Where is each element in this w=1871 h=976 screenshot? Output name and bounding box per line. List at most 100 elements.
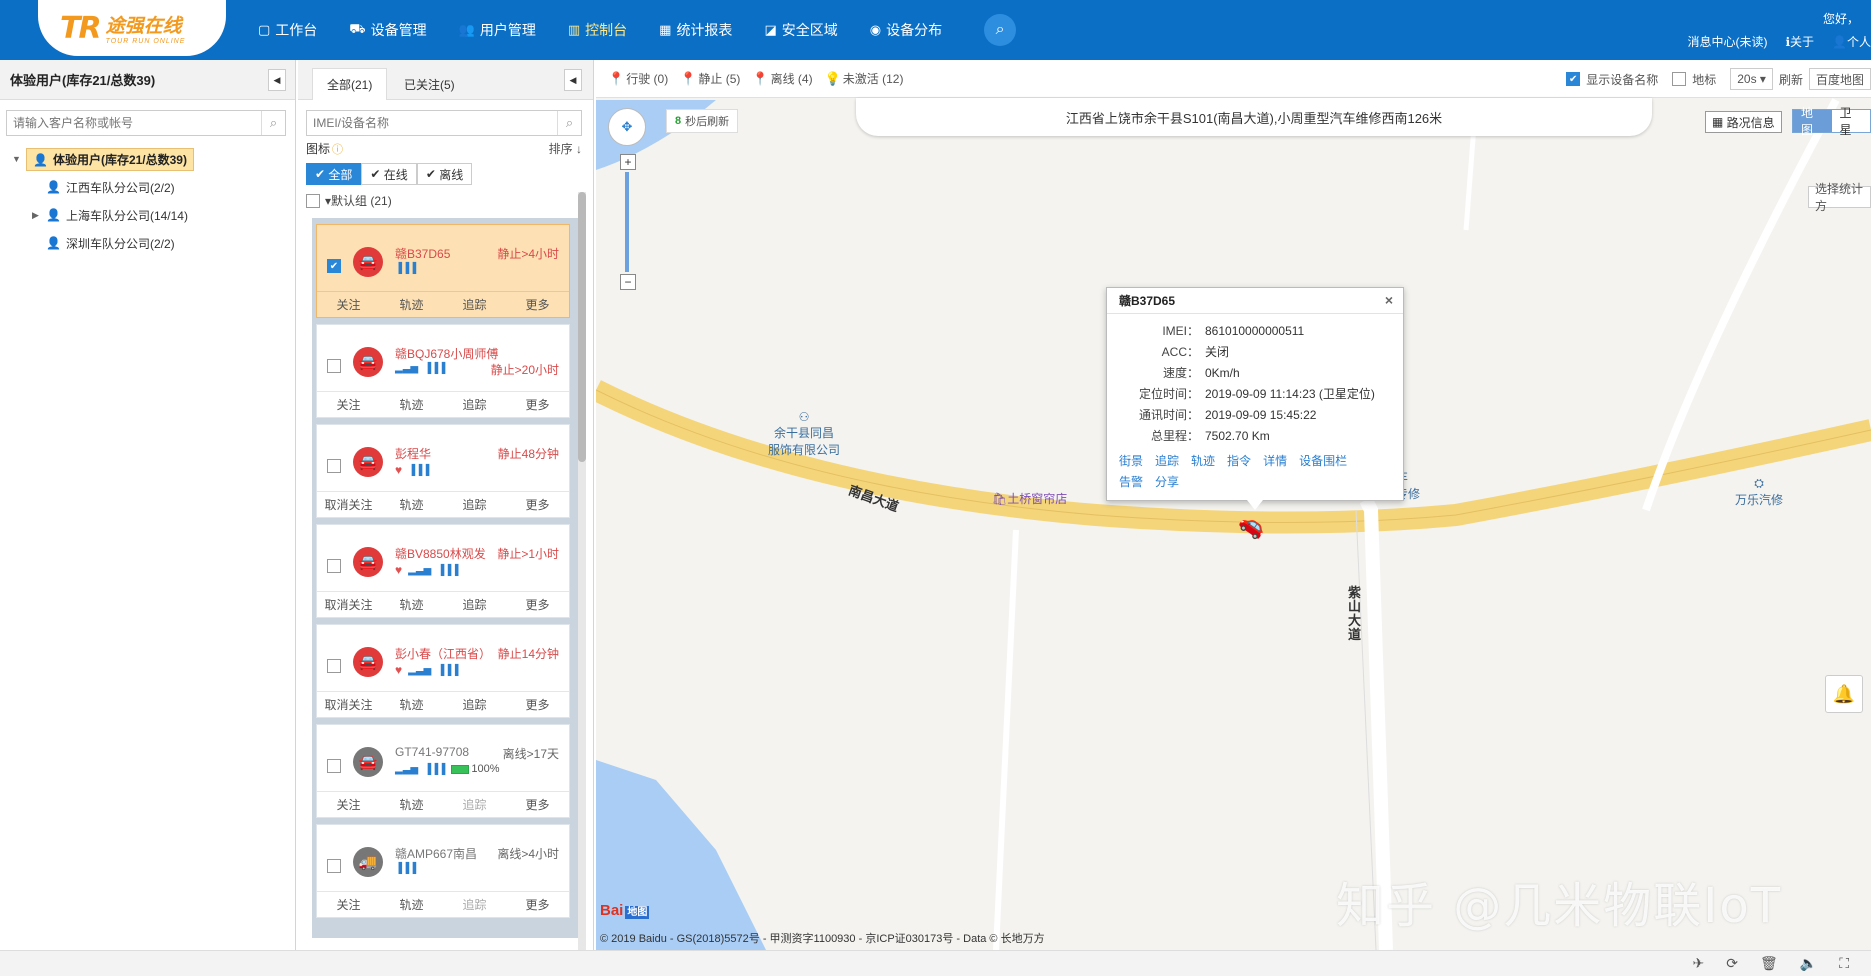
tree-node-shanghai[interactable]: ▶ 👤 上海车队分公司(14/14) <box>12 201 194 229</box>
nav-workbench[interactable]: ▢ 工作台 <box>258 20 317 40</box>
more-button[interactable]: 更多 <box>506 392 569 417</box>
expand-arrow-icon[interactable]: ▶ <box>32 210 46 221</box>
nav-reports[interactable]: ▦ 统计报表 <box>659 20 732 40</box>
nav-safe-zone[interactable]: ◪ 安全区域 <box>764 20 837 40</box>
device-list-scrollbar[interactable] <box>578 192 586 952</box>
about-link[interactable]: ℹ关于 <box>1785 33 1814 50</box>
unfollow-button[interactable]: 取消关注 <box>317 592 380 617</box>
sound-icon[interactable]: 🔈 <box>1800 955 1817 972</box>
follow-button[interactable]: 关注 <box>317 392 380 417</box>
street-view-link[interactable]: 街景 <box>1119 452 1143 469</box>
refresh-interval-select[interactable]: 20s ▾ <box>1730 68 1773 90</box>
map-type-map[interactable]: 地图 <box>1793 106 1832 137</box>
trace-button[interactable]: 追踪 <box>443 592 506 617</box>
search-icon[interactable]: ⌕ <box>984 14 1017 46</box>
zoom-out-button[interactable]: − <box>620 274 636 290</box>
poi-label[interactable]: ⚇ 余干县同昌 服饰有限公司 <box>768 410 840 458</box>
device-name[interactable]: 彭程华 <box>395 445 431 462</box>
collapse-left-icon[interactable]: ◀ <box>564 69 582 91</box>
personal-link[interactable]: 👤个人 <box>1832 33 1871 50</box>
device-card[interactable]: 🚘 赣BV8850林观发 静止>1小时 ♥ ▂▃▅ ▐▐▐ 取消关注 轨迹 追踪 更… <box>316 524 570 618</box>
legend-inactive[interactable]: 💡 未激活 (12) <box>825 70 904 87</box>
help-icon[interactable]: ⓘ <box>332 141 343 157</box>
geofence-link[interactable]: 设备围栏 <box>1299 452 1347 469</box>
device-checkbox[interactable] <box>327 659 341 673</box>
share-link[interactable]: 分享 <box>1155 473 1179 490</box>
device-name[interactable]: GT741-97708 <box>395 745 469 759</box>
unfollow-button[interactable]: 取消关注 <box>317 692 380 717</box>
customer-search-input[interactable] <box>7 111 261 135</box>
legend-moving[interactable]: 📍 行驶 (0) <box>608 70 668 87</box>
trace-button[interactable]: 追踪 <box>443 892 506 917</box>
map-canvas[interactable] <box>596 60 1871 950</box>
trash-icon[interactable]: 🗑 <box>1760 955 1778 972</box>
more-button[interactable]: 更多 <box>506 592 569 617</box>
nav-device-management[interactable]: ⛟ 设备管理 <box>349 20 426 40</box>
details-link[interactable]: 详情 <box>1263 452 1287 469</box>
device-card[interactable]: 🚚 赣AMP667南昌 离线>4小时 ▐▐▐ 关注 轨迹 追踪 更多 <box>316 824 570 918</box>
more-button[interactable]: 更多 <box>506 492 569 517</box>
poi-label[interactable]: 🛍土桥窗帘店 <box>992 490 1067 507</box>
scrollbar-thumb[interactable] <box>578 192 586 462</box>
tab-all[interactable]: 全部(21) <box>312 68 388 100</box>
bell-icon[interactable]: 🔔 <box>1825 675 1863 713</box>
map-provider-select[interactable]: 百度地图 <box>1808 68 1871 90</box>
select-stat-button[interactable]: 选择统计方 <box>1808 182 1871 213</box>
track-link[interactable]: 轨迹 <box>1191 452 1215 469</box>
track-button[interactable]: 轨迹 <box>380 592 443 617</box>
device-name[interactable]: 赣B37D65 <box>395 245 450 262</box>
command-link[interactable]: 指令 <box>1227 452 1251 469</box>
pan-control-icon[interactable]: ✥ <box>608 108 646 146</box>
device-checkbox[interactable] <box>327 459 341 473</box>
group-row[interactable]: ▾ 默认组 (21) <box>306 192 392 209</box>
message-center-link[interactable]: 消息中心(未读) <box>1687 33 1767 50</box>
device-name[interactable]: 彭小春（江西省） <box>395 645 491 662</box>
collapse-left-icon[interactable]: ◀ <box>268 69 286 91</box>
tree-node-shenzhen[interactable]: 👤 深圳车队分公司(2/2) <box>12 229 194 257</box>
search-icon[interactable]: ⌕ <box>557 111 581 135</box>
trace-button[interactable]: 追踪 <box>443 792 506 817</box>
landmark-checkbox[interactable] <box>1672 72 1687 86</box>
map-type-satellite[interactable]: 卫星 <box>1831 106 1870 137</box>
track-button[interactable]: 轨迹 <box>380 392 443 417</box>
track-button[interactable]: 轨迹 <box>380 792 443 817</box>
nav-console[interactable]: ▥ 控制台 <box>568 20 627 40</box>
close-icon[interactable]: × <box>1385 292 1393 308</box>
brand-logo[interactable]: TR 途强在线 TOUR RUN ONLINE <box>38 0 226 56</box>
follow-button[interactable]: 关注 <box>317 792 380 817</box>
device-checkbox[interactable] <box>327 559 341 573</box>
tree-node-jiangxi[interactable]: 👤 江西车队分公司(2/2) <box>12 173 194 201</box>
track-button[interactable]: 轨迹 <box>380 492 443 517</box>
nav-distribution[interactable]: ◉ 设备分布 <box>870 20 942 40</box>
nav-user-management[interactable]: 👥 用户管理 <box>459 20 536 40</box>
poi-label[interactable]: ⛭ 万乐汽修 <box>1735 476 1783 508</box>
search-icon[interactable]: ⌕ <box>261 111 285 135</box>
device-checkbox[interactable]: ✔ <box>327 259 341 273</box>
device-name[interactable]: 赣AMP667南昌 <box>395 845 477 862</box>
more-button[interactable]: 更多 <box>506 792 569 817</box>
fullscreen-icon[interactable]: ⛶ <box>1839 955 1849 972</box>
more-button[interactable]: 更多 <box>506 892 569 917</box>
track-button[interactable]: 轨迹 <box>380 292 443 317</box>
follow-button[interactable]: 关注 <box>317 292 380 317</box>
more-button[interactable]: 更多 <box>506 292 569 317</box>
group-checkbox[interactable] <box>306 193 320 208</box>
zoom-in-button[interactable]: + <box>620 154 636 170</box>
tree-node-root[interactable]: ▼ 👤 体验用户(库存21/总数39) <box>12 145 194 173</box>
trace-link[interactable]: 追踪 <box>1155 452 1179 469</box>
baidu-logo[interactable]: Bai 地图 <box>600 902 650 919</box>
follow-button[interactable]: 关注 <box>317 892 380 917</box>
chip-online[interactable]: ✔ 在线 <box>361 163 417 185</box>
device-card[interactable]: 🚘 GT741-97708 离线>17天 ▂▃▅ ▐▐▐ 100% 关注 轨迹 追踪… <box>316 724 570 818</box>
device-card[interactable]: 🚘 赣BQJ678小周师傅 静止>20小时 ▂▃▅ ▐▐▐ 关注 轨迹 追踪 更多 <box>316 324 570 418</box>
track-button[interactable]: 轨迹 <box>380 692 443 717</box>
device-checkbox[interactable] <box>327 759 341 773</box>
track-button[interactable]: 轨迹 <box>380 892 443 917</box>
more-button[interactable]: 更多 <box>506 692 569 717</box>
trace-button[interactable]: 追踪 <box>443 692 506 717</box>
zoom-slider[interactable] <box>625 172 629 272</box>
show-name-checkbox[interactable]: ✔ <box>1566 72 1581 86</box>
tab-followed[interactable]: 已关注(5) <box>390 68 469 100</box>
sort-toggle[interactable]: 排序 ↓ <box>549 140 582 157</box>
unfollow-button[interactable]: 取消关注 <box>317 492 380 517</box>
